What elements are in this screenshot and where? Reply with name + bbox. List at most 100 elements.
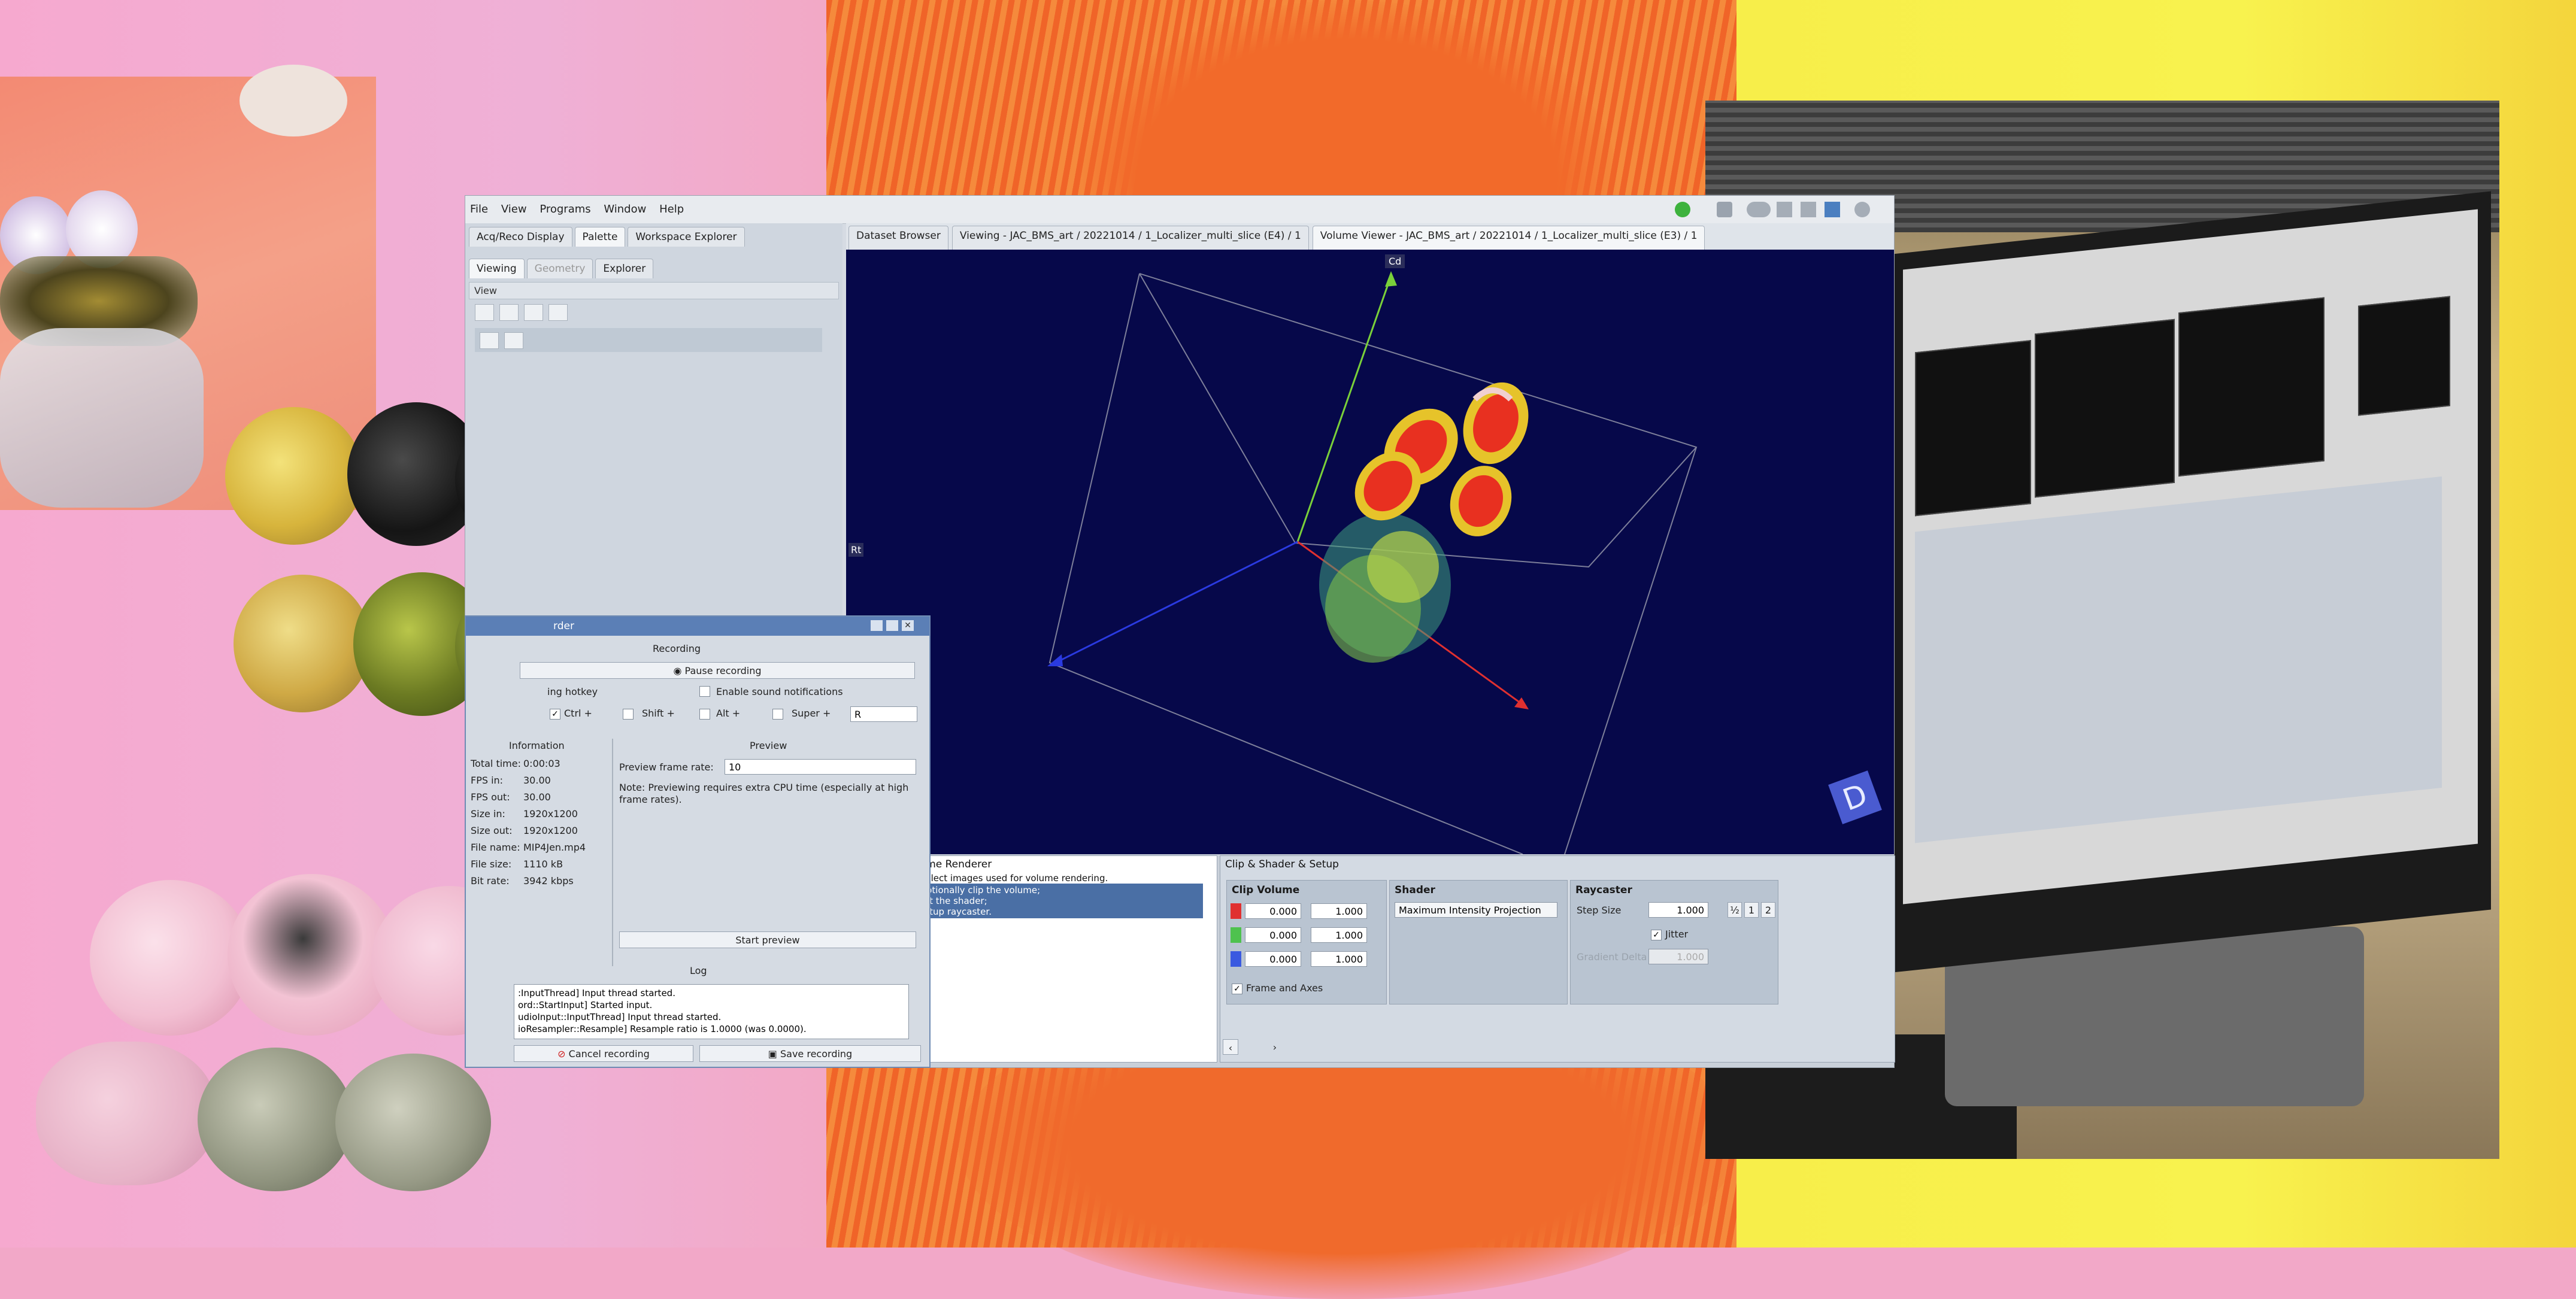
- hotkey-key-select[interactable]: R: [850, 706, 917, 722]
- info-label: Size in:: [471, 808, 505, 820]
- volume-viewer-canvas[interactable]: Cd Rt D: [846, 250, 1894, 854]
- log-line: ioResampler::Resample] Resample ratio is…: [518, 1024, 807, 1034]
- square-tool-icon[interactable]: [504, 332, 524, 349]
- tab-acq-reco-display[interactable]: Acq/Reco Display: [469, 227, 572, 247]
- preview-frame-rate-input[interactable]: 10: [725, 759, 916, 775]
- save-icon: ▣: [768, 1048, 777, 1060]
- jitter-checkbox[interactable]: ✓: [1651, 930, 1662, 940]
- tab-explorer[interactable]: Explorer: [595, 259, 654, 278]
- gradient-delta-input[interactable]: 1.000: [1648, 949, 1708, 964]
- maximize-icon[interactable]: [886, 620, 898, 631]
- tab-palette[interactable]: Palette: [574, 227, 626, 247]
- step-half-button[interactable]: ½: [1728, 902, 1742, 918]
- step-1-text: Select images used for volume rendering.: [919, 873, 1108, 884]
- step-one-button[interactable]: 1: [1744, 902, 1759, 918]
- info-label: FPS out:: [471, 791, 510, 803]
- recorder-dialog: rder ✕ Recording ◉ Pause recording ing h…: [465, 615, 931, 1068]
- clip-x-min[interactable]: 0.000: [1245, 903, 1301, 919]
- info-value: 3942 kbps: [523, 875, 574, 887]
- start-preview-button[interactable]: Start preview: [619, 931, 916, 948]
- volume-renderer-title: Volume Renderer: [904, 858, 992, 870]
- tool-icon-2[interactable]: [1747, 202, 1771, 217]
- log-line: :InputThread] Input thread started.: [518, 988, 675, 998]
- recorder-titlebar: rder ✕: [466, 617, 929, 636]
- save-recording-button[interactable]: ▣ Save recording: [699, 1045, 921, 1062]
- menu-window[interactable]: Window: [599, 196, 651, 216]
- tab-geometry[interactable]: Geometry: [526, 259, 593, 278]
- refresh-icon[interactable]: [1675, 202, 1690, 217]
- tab-dataset-browser[interactable]: Dataset Browser: [848, 226, 948, 250]
- close-icon[interactable]: ✕: [902, 620, 914, 631]
- prev-arrow-icon[interactable]: ‹: [1223, 1039, 1238, 1055]
- monitor-screen: [1903, 209, 2478, 905]
- tab-viewing[interactable]: Viewing: [469, 259, 525, 278]
- shift-checkbox[interactable]: [623, 709, 634, 720]
- clip-volume-title: Clip Volume: [1232, 884, 1300, 896]
- log-textarea[interactable]: :InputThread] Input thread started. ord:…: [514, 984, 909, 1039]
- layout-tool-icon[interactable]: [499, 304, 519, 321]
- bead-gray-1: [36, 1042, 216, 1185]
- tab-viewing[interactable]: Viewing - JAC_BMS_art / 20221014 / 1_Loc…: [951, 226, 1309, 250]
- sound-notifications-checkbox[interactable]: [699, 686, 710, 697]
- step-1[interactable]: 1 Select images used for volume renderin…: [899, 873, 1217, 884]
- tool-icon-1[interactable]: [1717, 202, 1732, 217]
- next-arrow-icon[interactable]: ›: [1267, 1039, 1283, 1055]
- menu-view[interactable]: View: [496, 196, 532, 216]
- log-title: Log: [690, 965, 707, 976]
- brush-tool-icon[interactable]: [480, 332, 499, 349]
- frame-axes-checkbox[interactable]: ✓: [1232, 984, 1242, 994]
- clip-z-color: [1231, 951, 1241, 967]
- info-label: Total time:: [471, 758, 521, 769]
- step-size-input[interactable]: 1.000: [1648, 902, 1708, 918]
- info-label: FPS in:: [471, 775, 504, 786]
- tab-workspace-explorer[interactable]: Workspace Explorer: [628, 227, 745, 247]
- recorder-title: rder: [553, 620, 574, 632]
- ctrl-checkbox[interactable]: ✓: [550, 709, 560, 720]
- recording-label: Recording: [653, 643, 701, 654]
- information-title: Information: [509, 740, 565, 751]
- super-checkbox[interactable]: [772, 709, 783, 720]
- clip-x-color: [1231, 903, 1241, 919]
- tool-icon-5[interactable]: [1825, 202, 1840, 217]
- ctrl-label: Ctrl +: [564, 708, 592, 719]
- info-value: MIP4Jen.mp4: [523, 842, 586, 853]
- z-axis: [1055, 541, 1298, 664]
- tool-icon-6[interactable]: [1854, 202, 1870, 217]
- menu-programs[interactable]: Programs: [535, 196, 595, 216]
- minimize-icon[interactable]: [871, 620, 883, 631]
- clip-z-max[interactable]: 1.000: [1311, 951, 1367, 967]
- bead-gray-3: [335, 1054, 491, 1191]
- alt-checkbox[interactable]: [699, 709, 710, 720]
- preview-note: Note: Previewing requires extra CPU time…: [619, 782, 909, 805]
- jitter-label: Jitter: [1665, 928, 1689, 940]
- tool-icon-4[interactable]: [1801, 202, 1816, 217]
- pointer-tool-icon[interactable]: [475, 304, 494, 321]
- cancel-recording-button[interactable]: ⊘ Cancel recording: [514, 1045, 693, 1062]
- view-section-header: View: [469, 282, 839, 299]
- clip-x-max[interactable]: 1.000: [1311, 903, 1367, 919]
- volume-render-svg: [1047, 271, 1698, 854]
- view-header-label: View: [474, 285, 497, 296]
- shift-label: Shift +: [642, 708, 675, 719]
- cancel-recording-label: Cancel recording: [568, 1048, 650, 1060]
- clip-y-min[interactable]: 0.000: [1245, 927, 1301, 943]
- tool-icon-3[interactable]: [1777, 202, 1792, 217]
- menu-file[interactable]: File: [465, 196, 493, 216]
- step-2[interactable]: 2 Optionally clip the volume; set the sh…: [899, 884, 1217, 918]
- pause-recording-button[interactable]: ◉ Pause recording: [520, 662, 915, 679]
- clip-z-min[interactable]: 0.000: [1245, 951, 1301, 967]
- clip-y-max[interactable]: 1.000: [1311, 927, 1367, 943]
- step-2-text: Optionally clip the volume; set the shad…: [917, 884, 1204, 918]
- bead-yellow-2: [234, 575, 371, 712]
- view-tool-options: [475, 328, 822, 352]
- preview-title: Preview: [750, 740, 787, 751]
- tag-tool-icon[interactable]: [548, 304, 568, 321]
- tab-volume-viewer[interactable]: Volume Viewer - JAC_BMS_art / 20221014 /…: [1312, 226, 1705, 250]
- info-divider: [612, 739, 613, 966]
- camera-tool-icon[interactable]: [524, 304, 544, 321]
- log-line: udioInput::InputThread] Input thread sta…: [518, 1012, 722, 1022]
- shader-select[interactable]: Maximum Intensity Projection: [1395, 902, 1557, 918]
- step-two-button[interactable]: 2: [1761, 902, 1775, 918]
- menu-help[interactable]: Help: [654, 196, 689, 216]
- bead-yellow-1: [225, 407, 363, 545]
